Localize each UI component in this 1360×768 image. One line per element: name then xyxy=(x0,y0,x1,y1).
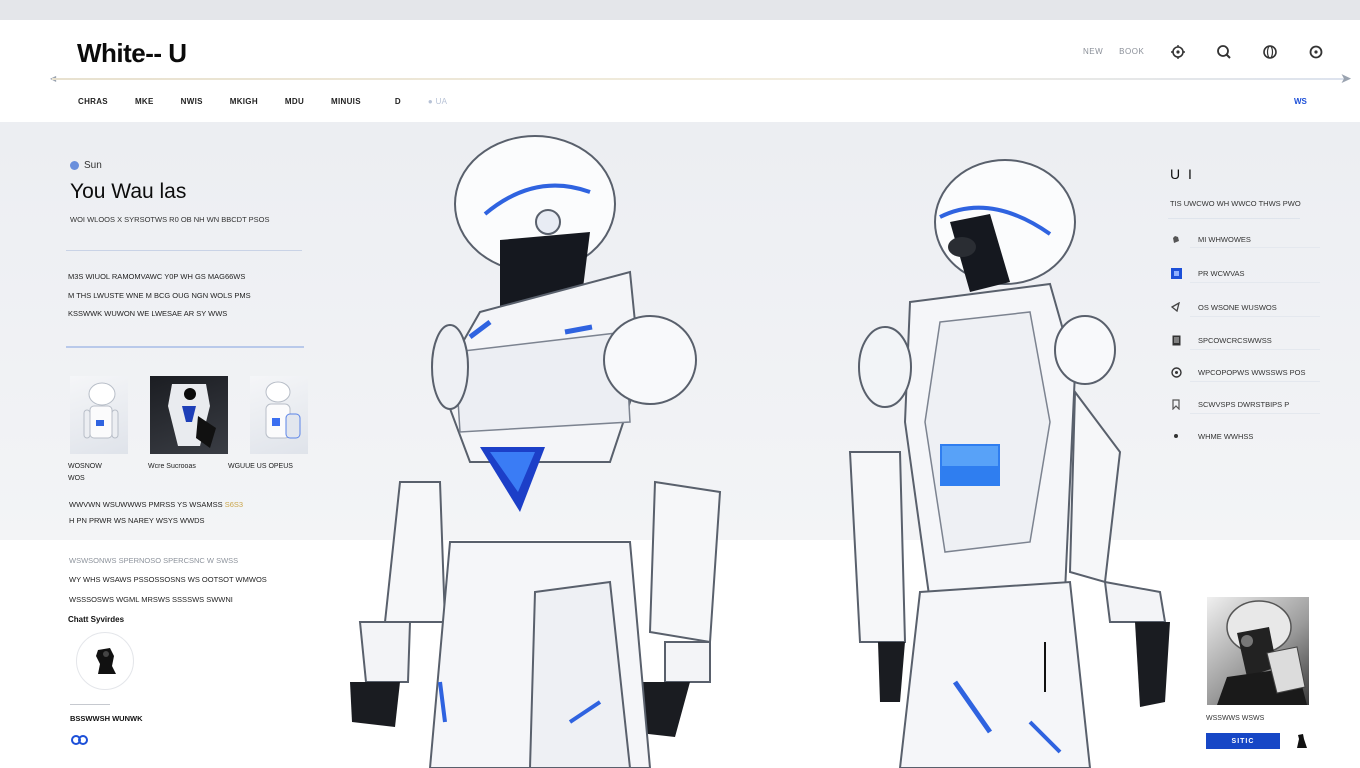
globe-icon[interactable] xyxy=(1260,42,1280,62)
right-panel-item-divider xyxy=(1190,413,1320,414)
header-link-book[interactable]: BOOK xyxy=(1119,47,1144,56)
thumbnail-caption: WOSNOW WOS xyxy=(68,461,148,485)
robot-portrait-image xyxy=(1217,600,1307,705)
right-panel-subtitle: TIS UWCWO WH WWCO THWS PWO xyxy=(1170,199,1301,208)
hero-tag: Sun xyxy=(70,160,102,171)
right-panel-item[interactable]: OS WSONE WUSWOS xyxy=(1170,297,1320,317)
small-divider xyxy=(70,704,110,705)
left-text-line: WWVWN WSUWWWS PMRSS YS WSAMSS S6S3 xyxy=(69,500,243,509)
right-panel-item-divider xyxy=(1190,316,1320,317)
left-text: WWVWN WSUWWWS PMRSS YS WSAMSS xyxy=(69,500,223,509)
dot-icon xyxy=(1170,430,1182,442)
left-text-line: H PN PRWR WS NAREY WSYS WWDS xyxy=(69,516,205,525)
thumbnail-caption-line: WGUUE US OPEUS xyxy=(228,463,293,470)
search-icon[interactable] xyxy=(1214,42,1234,62)
right-panel-item-label: MI WHWOWES xyxy=(1198,234,1251,244)
document-icon xyxy=(1170,334,1182,346)
right-panel-item[interactable]: MI WHWOWES xyxy=(1170,229,1320,249)
profile-icon[interactable] xyxy=(1306,42,1326,62)
hero-paragraph-line: M3S WIUOL RAMOMVAWC Y0P WH GS MAG66WS xyxy=(68,272,246,281)
hero-accent-divider xyxy=(66,346,304,348)
cursor-icon xyxy=(1170,301,1182,313)
right-panel-item[interactable]: WHME WWHSS xyxy=(1170,426,1320,446)
right-panel-item-label: SPCOWCRCSWWSS xyxy=(1198,335,1272,345)
right-panel-item[interactable]: WPCOPOPWS WWSSWS POS xyxy=(1170,362,1320,382)
hand-icon xyxy=(1170,233,1182,245)
site-logo[interactable]: White-- U xyxy=(77,38,187,69)
hero-subline: WOI WLOOS X SYRSOTWS R0 OB NH WN BBCDT P… xyxy=(70,215,270,224)
bookmark-icon xyxy=(1170,398,1182,410)
right-panel-title: U I xyxy=(1170,166,1194,182)
left-text-line: WY WHS WSAWS PSSOSSOSNS WS OOTSOT WMWOS xyxy=(69,575,267,584)
right-panel-item-label: WHME WWHSS xyxy=(1198,431,1254,441)
thumbnail-caption: WGUUE US OPEUS xyxy=(228,461,308,485)
figure-icon[interactable] xyxy=(1294,733,1308,754)
right-panel-item-divider xyxy=(1190,247,1320,248)
thumbnail-robot-2[interactable] xyxy=(150,376,228,454)
promo-caption: WSSWWS WSWS xyxy=(1206,715,1265,722)
hero-paragraph-line: M THS LWUSTE WNE M BCG OUG NGN WOLS PMS xyxy=(68,291,251,300)
tag-dot-icon xyxy=(70,161,79,170)
left-text-line: WSWSONWS SPERNOSO SPERCSNC W SWSS xyxy=(69,556,239,565)
right-panel-item-divider xyxy=(1190,282,1320,283)
settings-icon[interactable] xyxy=(1168,42,1188,62)
thumbnail-caption: Wcre Sucrooas xyxy=(148,461,228,485)
header-link-new[interactable]: NEW xyxy=(1083,47,1103,56)
link-icon[interactable] xyxy=(70,733,90,751)
thumbnail-caption-line: Wcre Sucrooas xyxy=(148,463,196,470)
section-label: Chatt Syvirdes xyxy=(68,615,125,624)
robot-figure-front xyxy=(350,135,722,768)
main-nav: CHRAS MKE NWIS MKIGH MDU MINUIS D ● UA xyxy=(78,97,474,106)
cta-button[interactable]: SITIC xyxy=(1206,733,1280,749)
left-text-line: WSSSOSWS WGML MRSWS SSSSWS SWWNI xyxy=(69,595,233,604)
right-panel-item-label: OS WSONE WUSWOS xyxy=(1198,302,1277,312)
header-icons xyxy=(1168,42,1326,62)
badge-icon xyxy=(1170,267,1182,279)
right-panel-item-label: SCWVSPS DWRSTBIPS P xyxy=(1198,399,1290,409)
nav-item-chras[interactable]: CHRAS xyxy=(78,97,108,106)
nav-item-minuis[interactable]: MINUIS xyxy=(331,97,361,106)
hero-headline: You Wau las xyxy=(70,180,187,203)
thumbnail-caption-line: WOSNOW xyxy=(68,463,102,470)
promo-photo[interactable] xyxy=(1207,597,1309,705)
thumbnail-captions: WOSNOW WOS Wcre Sucrooas WGUUE US OPEUS xyxy=(68,461,308,485)
right-panel-item[interactable]: PR WCWVAS xyxy=(1170,263,1320,283)
nav-item-nwis[interactable]: NWIS xyxy=(181,97,203,106)
hero-paragraph-line: KSSWWK WUWON WE LWESAE AR SY WWS xyxy=(68,309,228,318)
thumbnail-robot-1[interactable] xyxy=(70,376,128,454)
nav-item-mkigh[interactable]: MKIGH xyxy=(230,97,258,106)
footer-label: BSSWWSH WUNWK xyxy=(70,714,143,723)
avatar[interactable] xyxy=(76,632,134,690)
thumbnail-robot-3[interactable] xyxy=(250,376,308,454)
thumbnail-caption-line: WOS xyxy=(68,475,85,482)
right-panel-divider xyxy=(1168,218,1300,219)
right-panel-item-divider xyxy=(1190,349,1320,350)
right-panel-item[interactable]: SPCOWCRCSWWSS xyxy=(1170,330,1320,350)
right-panel-item-divider xyxy=(1190,381,1320,382)
nav-item-ua[interactable]: ● UA xyxy=(428,97,447,106)
hero-divider xyxy=(66,250,302,251)
thumbnail-gallery xyxy=(70,376,308,454)
header-links: NEW BOOK xyxy=(1083,47,1144,56)
top-strip xyxy=(0,0,1360,20)
site-header: White-- U NEW BOOK ◀ ➤ CHRAS MKE NWIS MK… xyxy=(0,20,1360,122)
divider-arrow-icon: ➤ xyxy=(1340,70,1352,86)
nav-item-mdu[interactable]: MDU xyxy=(285,97,304,106)
right-panel-item[interactable]: SCWVSPS DWRSTBIPS P xyxy=(1170,394,1320,414)
left-text-accent: S6S3 xyxy=(224,500,244,509)
nav-item-d[interactable]: D xyxy=(395,97,401,106)
robot-avatar-icon xyxy=(96,648,116,674)
robot-figures-illustration xyxy=(350,135,1170,768)
right-panel-item-label: WPCOPOPWS WWSSWS POS xyxy=(1198,367,1306,377)
nav-right-link[interactable]: WS xyxy=(1294,97,1307,106)
hero-tag-label: Sun xyxy=(84,160,102,171)
clock-icon xyxy=(1170,366,1182,378)
nav-item-mke[interactable]: MKE xyxy=(135,97,154,106)
header-divider xyxy=(52,78,1344,80)
robot-figure-side xyxy=(848,159,1170,768)
right-panel-item-label: PR WCWVAS xyxy=(1198,268,1245,278)
